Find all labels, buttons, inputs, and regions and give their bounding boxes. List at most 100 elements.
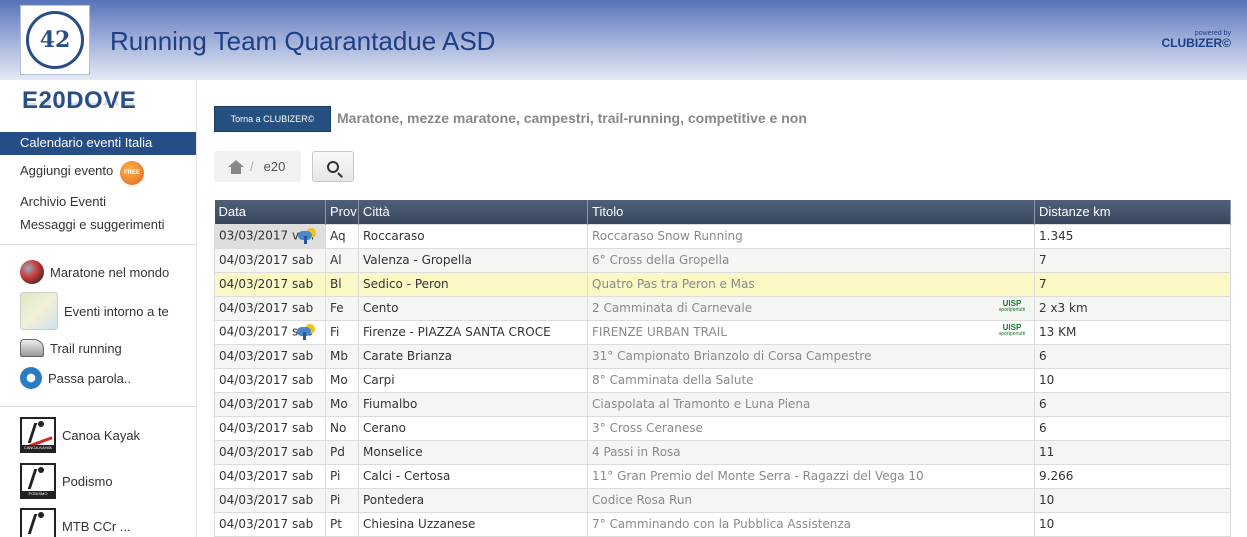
cell-titolo[interactable]: Quatro Pas tra Peron e Mas xyxy=(587,271,1035,297)
cell-titolo[interactable]: 8° Camminata della Salute xyxy=(587,367,1035,393)
cell-titolo[interactable]: 3° Cross Ceranese xyxy=(587,415,1035,441)
sidebar-item-maratone-mondo[interactable]: Maratone nel mondo xyxy=(20,260,169,284)
breadcrumb-separator: / xyxy=(250,159,254,174)
share-icon xyxy=(20,367,42,389)
column-header-titolo[interactable]: Titolo xyxy=(587,200,1035,224)
search-button[interactable] xyxy=(312,151,354,182)
cell-prov: Mo xyxy=(325,367,359,393)
table-row[interactable]: 04/03/2017 sab Pi Pontedera Codice Rosa Run… xyxy=(214,487,1231,513)
mountain-bike-icon xyxy=(20,508,56,537)
cell-titolo[interactable]: 11° Gran Premio del Monte Serra - Ragazz… xyxy=(587,463,1035,489)
cell-prov: Pi xyxy=(325,463,359,489)
cell-prov: Mo xyxy=(325,391,359,417)
cell-titolo[interactable]: 6° Cross della Gropella xyxy=(587,247,1035,273)
cell-citta-text: Carpi xyxy=(363,373,395,387)
sidebar-item-aggiungi-evento[interactable]: Aggiungi evento xyxy=(20,163,113,178)
cell-prov-text: Pt xyxy=(330,517,342,531)
home-icon[interactable] xyxy=(228,159,244,174)
sidebar-item-label: Podismo xyxy=(62,473,113,489)
cell-prov-text: Mo xyxy=(330,373,348,387)
canoe-kayak-icon: CANOA-KAYAK xyxy=(20,417,56,453)
cell-prov: Pt xyxy=(325,511,359,537)
table-row[interactable]: 04/03/2017 sab Mo Fiumalbo Ciaspolata al Tr… xyxy=(214,391,1231,417)
table-row[interactable]: 04/03/2017 sab Pd Monselice 4 Passi in Rosa… xyxy=(214,439,1231,465)
cell-data-text: 04/03/2017 sab xyxy=(219,373,314,387)
cell-citta-text: Fiumalbo xyxy=(363,397,418,411)
cell-titolo-text: 31° Campionato Brianzolo di Corsa Campes… xyxy=(592,349,872,363)
cell-titolo[interactable]: 2 Camminata di Carnevale UISP sportpertutt… xyxy=(587,295,1035,321)
sidebar-item-calendario[interactable]: Calendario eventi Italia xyxy=(0,132,196,155)
table-row[interactable]: 04/03/2017 sab Pt Chiesina Uzzanese 7° Camm… xyxy=(214,511,1231,537)
cell-data-text: 04/03/2017 sab xyxy=(219,421,314,435)
column-header-data[interactable]: Data xyxy=(214,200,326,224)
site-header: 42 Running Team Quarantadue ASD powered … xyxy=(0,0,1247,80)
cell-distanze: 1.345 xyxy=(1034,223,1231,249)
sidebar-brand-reflection: E20DOVE xyxy=(22,100,136,110)
cell-data-text: 04/03/2017 sab xyxy=(219,469,314,483)
cell-prov-text: Al xyxy=(330,253,342,267)
cell-data-text: 04/03/2017 sab xyxy=(219,493,314,507)
map-icon xyxy=(20,292,58,330)
table-row[interactable]: 04/03/2017 sab Fi Firenze - PIAZZA SANTA C… xyxy=(214,319,1231,345)
column-header-prov[interactable]: Prov xyxy=(325,200,359,224)
column-header-distanze[interactable]: Distanze km xyxy=(1034,200,1231,224)
column-header-citta[interactable]: Città xyxy=(358,200,588,224)
sidebar-item-trail-running[interactable]: Trail running xyxy=(20,339,122,357)
cell-prov-text: Pi xyxy=(330,469,341,483)
cell-data: 04/03/2017 sab xyxy=(214,367,326,393)
sidebar-item-mtb[interactable]: MTB CCr ... xyxy=(20,508,131,537)
cell-data: 04/03/2017 sab xyxy=(214,295,326,321)
table-row[interactable]: 04/03/2017 sab Pi Calci - Certosa 11° Gran … xyxy=(214,463,1231,489)
cell-citta: Calci - Certosa xyxy=(358,463,588,489)
table-row[interactable]: 04/03/2017 sab Al Valenza - Gropella 6° Cro… xyxy=(214,247,1231,273)
cell-titolo[interactable]: Codice Rosa Run xyxy=(587,487,1035,513)
table-row[interactable]: 03/03/2017 ven Aq Roccaraso Roccaraso Snow … xyxy=(214,223,1231,249)
sidebar-item-eventi-intorno[interactable]: Eventi intorno a te xyxy=(20,292,169,330)
clubizer-logo[interactable]: powered by CLUBIZER© xyxy=(1161,30,1231,49)
club-logo[interactable]: 42 xyxy=(20,5,90,75)
cell-distanze: 6 xyxy=(1034,391,1231,417)
cell-distanze: 9.266 xyxy=(1034,463,1231,489)
cell-prov: No xyxy=(325,415,359,441)
cell-titolo[interactable]: Roccaraso Snow Running xyxy=(587,223,1035,249)
cell-data: 04/03/2017 sab xyxy=(214,439,326,465)
sidebar-item-label: Trail running xyxy=(50,340,122,356)
cell-citta: Valenza - Gropella xyxy=(358,247,588,273)
sidebar-item-podismo[interactable]: PODISMO Podismo xyxy=(20,463,113,499)
cell-titolo-text: Codice Rosa Run xyxy=(592,493,693,507)
sidebar-item-passa-parola[interactable]: Passa parola.. xyxy=(20,367,131,389)
cell-prov: Mb xyxy=(325,343,359,369)
sidebar-item-messaggi[interactable]: Messaggi e suggerimenti xyxy=(20,217,165,232)
cell-citta: Pontedera xyxy=(358,487,588,513)
cell-data-text: 04/03/2017 sab xyxy=(219,517,314,531)
table-row[interactable]: 04/03/2017 sab No Cerano 3° Cross Ceranese 6 xyxy=(214,415,1231,441)
events-table: Data Prov Città Titolo Distanze km 03/03… xyxy=(214,200,1231,537)
cell-distanze: 7 xyxy=(1034,271,1231,297)
cell-titolo[interactable]: 31° Campionato Brianzolo di Corsa Campes… xyxy=(587,343,1035,369)
breadcrumb: / e20 xyxy=(214,151,301,182)
cell-titolo-text: 11° Gran Premio del Monte Serra - Ragazz… xyxy=(592,469,924,483)
table-row[interactable]: 04/03/2017 sab Fe Cento 2 Camminata di Carn… xyxy=(214,295,1231,321)
cell-titolo[interactable]: 4 Passi in Rosa xyxy=(587,439,1035,465)
sidebar-divider xyxy=(0,406,196,407)
cell-titolo[interactable]: FIRENZE URBAN TRAIL UISP sportpertutti xyxy=(587,319,1035,345)
cell-titolo-text: Ciaspolata al Tramonto e Luna Piena xyxy=(592,397,811,411)
table-row[interactable]: 04/03/2017 sab Mo Carpi 8° Camminata della … xyxy=(214,367,1231,393)
table-row[interactable]: 04/03/2017 sab Bl Sedico - Peron Quatro Pas… xyxy=(214,271,1231,297)
cell-prov-text: Fi xyxy=(330,325,340,339)
cell-data: 04/03/2017 sab xyxy=(214,247,326,273)
cell-titolo[interactable]: Ciaspolata al Tramonto e Luna Piena xyxy=(587,391,1035,417)
sidebar-item-canoa-kayak[interactable]: CANOA-KAYAK Canoa Kayak xyxy=(20,417,140,453)
cell-citta: Cento xyxy=(358,295,588,321)
table-row[interactable]: 04/03/2017 sab Mb Carate Brianza 31° Campio… xyxy=(214,343,1231,369)
sidebar-item-archivio[interactable]: Archivio Eventi xyxy=(20,194,106,209)
cell-citta-text: Carate Brianza xyxy=(363,349,453,363)
sidebar-item-label: Eventi intorno a te xyxy=(64,303,169,319)
breadcrumb-current: e20 xyxy=(263,159,286,174)
cell-data-text: 04/03/2017 sab xyxy=(219,253,314,267)
cell-citta: Cerano xyxy=(358,415,588,441)
back-to-clubizer-button[interactable]: Torna a CLUBIZER© xyxy=(214,106,331,132)
cell-distanze: 2 x3 km xyxy=(1034,295,1231,321)
cell-citta-text: Monselice xyxy=(363,445,423,459)
cell-titolo[interactable]: 7° Camminando con la Pubblica Assistenza xyxy=(587,511,1035,537)
